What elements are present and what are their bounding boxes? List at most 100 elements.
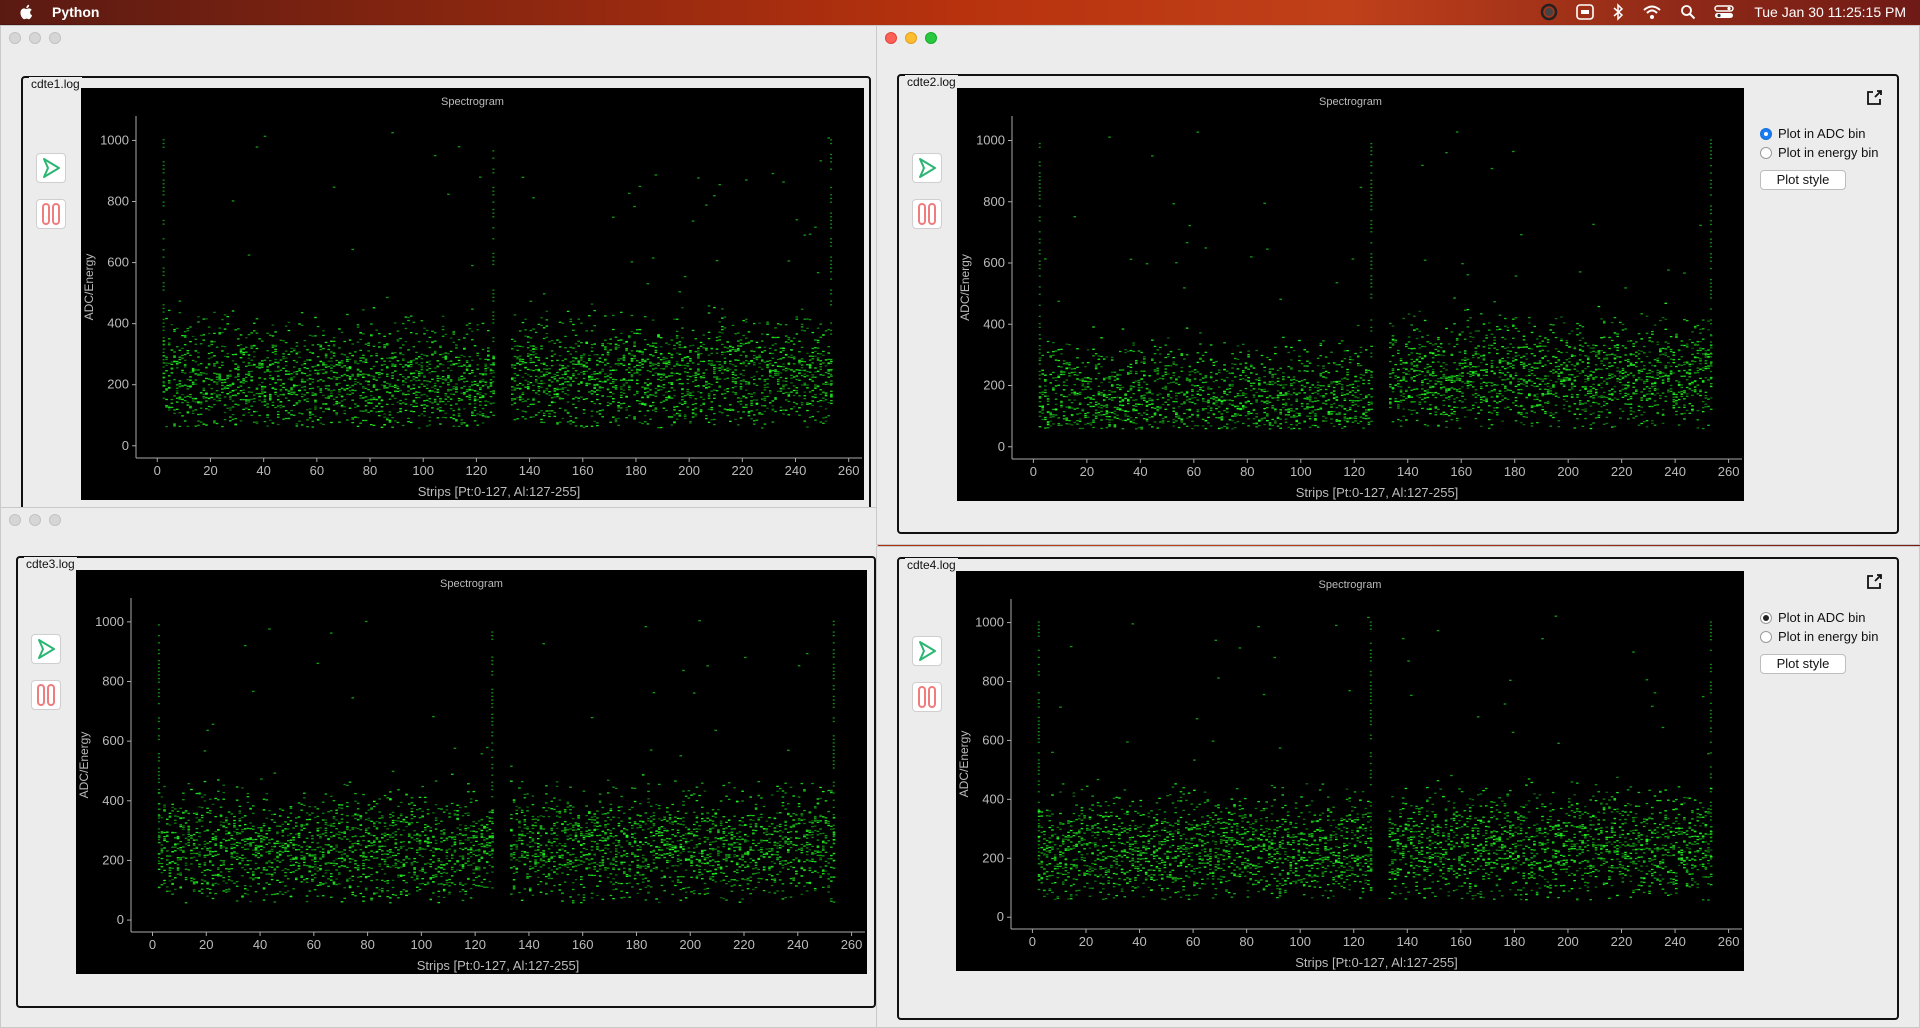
spectrum-bin xyxy=(737,401,740,403)
apple-logo-icon[interactable] xyxy=(18,3,36,21)
spectrum-bin xyxy=(609,391,612,394)
spectrum-bin xyxy=(651,394,655,396)
spectrogram-plot[interactable]: Spectrogram 0 20 40 60 80 100 120 140 160 180 200 22… xyxy=(81,88,864,500)
spectrum-bin xyxy=(194,425,198,427)
spectrum-bin xyxy=(362,375,365,377)
close-button[interactable] xyxy=(9,32,21,44)
spectrum-bin xyxy=(800,326,804,328)
minimize-button[interactable] xyxy=(29,32,41,44)
spectrum-bin xyxy=(606,375,610,377)
control-center-icon[interactable] xyxy=(1714,4,1734,20)
spectrum-bin xyxy=(566,421,570,423)
spectrum-bin xyxy=(707,360,711,362)
spectrum-bin xyxy=(335,364,339,366)
spectrum-bin xyxy=(386,838,390,841)
spectrum-bin xyxy=(359,829,363,831)
spectrum-bin xyxy=(268,374,272,377)
zoom-button[interactable] xyxy=(49,514,61,526)
spectrum-bin xyxy=(686,382,690,385)
spectrum-bin xyxy=(524,386,527,388)
spectrum-bin xyxy=(710,364,714,366)
spectrum-bin xyxy=(750,402,753,404)
spectrum-bin xyxy=(479,393,482,396)
spectrum-bin xyxy=(354,813,357,815)
spectrum-bin xyxy=(162,348,166,350)
spectrum-bin xyxy=(742,363,745,365)
spectrum-bin xyxy=(284,848,287,850)
spectrum-bin xyxy=(561,377,565,379)
spectrum-bin xyxy=(572,403,575,405)
spectrum-bin xyxy=(540,410,543,412)
wifi-icon[interactable] xyxy=(1642,4,1662,20)
spectrum-bin xyxy=(364,400,368,402)
spectrum-bin xyxy=(596,378,599,380)
screen-share-icon[interactable] xyxy=(1576,4,1595,20)
spectrum-bin xyxy=(284,842,287,845)
spectrum-bin xyxy=(157,834,161,837)
window-titlebar[interactable] xyxy=(1,26,877,50)
spectrum-bin xyxy=(412,401,416,403)
spectrum-bin xyxy=(160,857,164,860)
pause-button[interactable] xyxy=(31,680,61,710)
minimize-button[interactable] xyxy=(29,514,41,526)
spectrum-bin xyxy=(694,376,698,379)
spectrum-bin xyxy=(182,826,185,829)
play-button[interactable] xyxy=(31,634,61,664)
spectrum-bin xyxy=(542,368,546,370)
spectrum-bin xyxy=(203,880,207,882)
spectrum-bin xyxy=(739,373,743,375)
play-button[interactable] xyxy=(36,153,66,183)
menubar-clock[interactable]: Tue Jan 30 11:25:15 PM xyxy=(1754,4,1906,20)
bluetooth-icon[interactable] xyxy=(1612,3,1624,21)
spectrum-bin xyxy=(521,363,525,365)
spectrum-bin xyxy=(338,328,341,330)
spectrum-bin xyxy=(276,375,280,377)
search-icon[interactable] xyxy=(1680,4,1696,20)
spectrum-bin xyxy=(768,362,772,365)
spectrum-bin xyxy=(689,345,692,347)
x-tick-label: 180 xyxy=(625,463,647,478)
record-icon[interactable] xyxy=(1540,3,1558,21)
spectrum-bin xyxy=(407,316,410,319)
spectrum-bin xyxy=(429,863,433,865)
spectrum-bin xyxy=(537,370,541,372)
spectrum-bin xyxy=(630,354,634,356)
zoom-button[interactable] xyxy=(49,32,61,44)
spectrum-bin xyxy=(165,823,169,825)
spectrum-bin xyxy=(822,397,825,399)
spectrum-bin xyxy=(476,424,479,426)
spectrum-bin xyxy=(239,420,243,422)
close-button[interactable] xyxy=(9,514,21,526)
spectrum-bin xyxy=(372,805,376,808)
spectrum-bin xyxy=(282,386,285,389)
spectrum-bin xyxy=(230,863,234,866)
spectrum-bin xyxy=(210,343,214,346)
pause-button[interactable] xyxy=(36,199,66,229)
spectrum-bin xyxy=(510,386,514,388)
spectrum-bin xyxy=(651,409,655,411)
spectrum-bin xyxy=(295,384,299,387)
spectrum-bin xyxy=(412,399,416,402)
spectrum-bin xyxy=(356,885,360,888)
spectrum-bin xyxy=(370,808,373,810)
spectrum-bin xyxy=(630,358,634,360)
spectrum-bin xyxy=(830,278,833,280)
spectrum-bin xyxy=(375,372,378,374)
spectrum-bin xyxy=(598,361,602,363)
spectrum-bin xyxy=(356,869,360,871)
spectrum-bin xyxy=(168,869,172,871)
spectrum-bin xyxy=(292,843,295,845)
spectrogram-plot[interactable]: Spectrogram 0 20 40 60 80 100 120 140 160 180 200 22… xyxy=(76,570,867,974)
spectrum-bin xyxy=(593,343,597,345)
spectrum-bin xyxy=(824,365,828,367)
spectrum-bin xyxy=(665,357,668,360)
app-menu-name[interactable]: Python xyxy=(52,4,99,20)
spectrum-bin xyxy=(168,862,172,865)
x-tick-label: 160 xyxy=(572,463,594,478)
spectrum-bin xyxy=(335,812,338,814)
spectrum-bin xyxy=(271,344,275,346)
spectrum-bin xyxy=(827,383,831,385)
spectrum-bin xyxy=(670,416,674,418)
window-titlebar[interactable] xyxy=(1,508,877,532)
spectrum-bin xyxy=(367,401,370,404)
